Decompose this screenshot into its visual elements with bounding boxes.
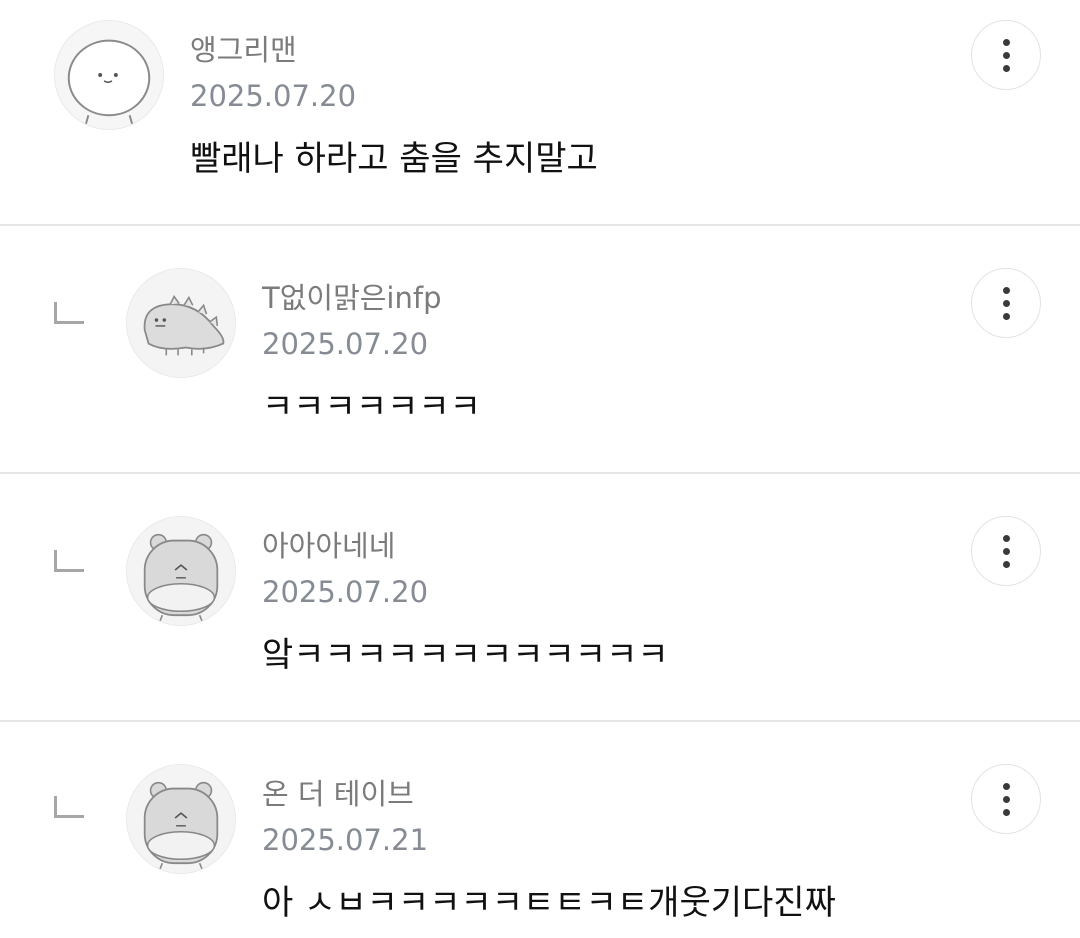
more-options-button[interactable]	[971, 516, 1041, 586]
reply-item: 아아아네네 2025.07.20 앜ㅋㅋㅋㅋㅋㅋㅋㅋㅋㅋㅋㅋ	[0, 474, 1080, 720]
more-vertical-icon	[1002, 782, 1010, 816]
more-options-button[interactable]	[971, 764, 1041, 834]
comment-date: 2025.07.21	[262, 823, 429, 857]
comment-author[interactable]: 아아아네네	[262, 528, 395, 564]
more-vertical-icon	[1002, 38, 1010, 72]
comment-author[interactable]: 온 더 테이브	[262, 776, 414, 812]
reply-item: 온 더 테이브 2025.07.21 아 ㅅㅂㅋㅋㅋㅋㅋㅌㅌㅋㅌ개웃기다진짜	[0, 722, 1080, 938]
comment-text: ㅋㅋㅋㅋㅋㅋㅋ	[262, 387, 481, 427]
avatar[interactable]	[126, 268, 236, 378]
avatar[interactable]	[126, 764, 236, 874]
more-options-button[interactable]	[971, 20, 1041, 90]
comment-author[interactable]: 앵그리맨	[190, 32, 297, 68]
comment-text: 아 ㅅㅂㅋㅋㅋㅋㅋㅌㅌㅋㅌ개웃기다진짜	[262, 883, 836, 923]
comment-text: 빨래나 하라고 춤을 추지말고	[190, 139, 598, 179]
comment-date: 2025.07.20	[262, 327, 429, 361]
reply-arrow-icon	[54, 302, 84, 324]
more-options-button[interactable]	[971, 268, 1041, 338]
comment-item: 앵그리맨 2025.07.20 빨래나 하라고 춤을 추지말고	[0, 0, 1080, 224]
reply-arrow-icon	[54, 796, 84, 818]
hamster-icon	[127, 765, 235, 873]
comment-date: 2025.07.20	[262, 575, 429, 609]
dinosaur-icon	[127, 269, 235, 377]
more-vertical-icon	[1002, 534, 1010, 568]
avatar[interactable]	[54, 20, 164, 130]
comment-text: 앜ㅋㅋㅋㅋㅋㅋㅋㅋㅋㅋㅋㅋ	[262, 635, 669, 675]
angry-face-icon	[55, 21, 163, 129]
reply-arrow-icon	[54, 550, 84, 572]
comment-author[interactable]: T없이맑은infp	[262, 280, 442, 316]
reply-item: T없이맑은infp 2025.07.20 ㅋㅋㅋㅋㅋㅋㅋ	[0, 226, 1080, 472]
comment-date: 2025.07.20	[190, 79, 357, 113]
hamster-icon	[127, 517, 235, 625]
avatar[interactable]	[126, 516, 236, 626]
more-vertical-icon	[1002, 286, 1010, 320]
